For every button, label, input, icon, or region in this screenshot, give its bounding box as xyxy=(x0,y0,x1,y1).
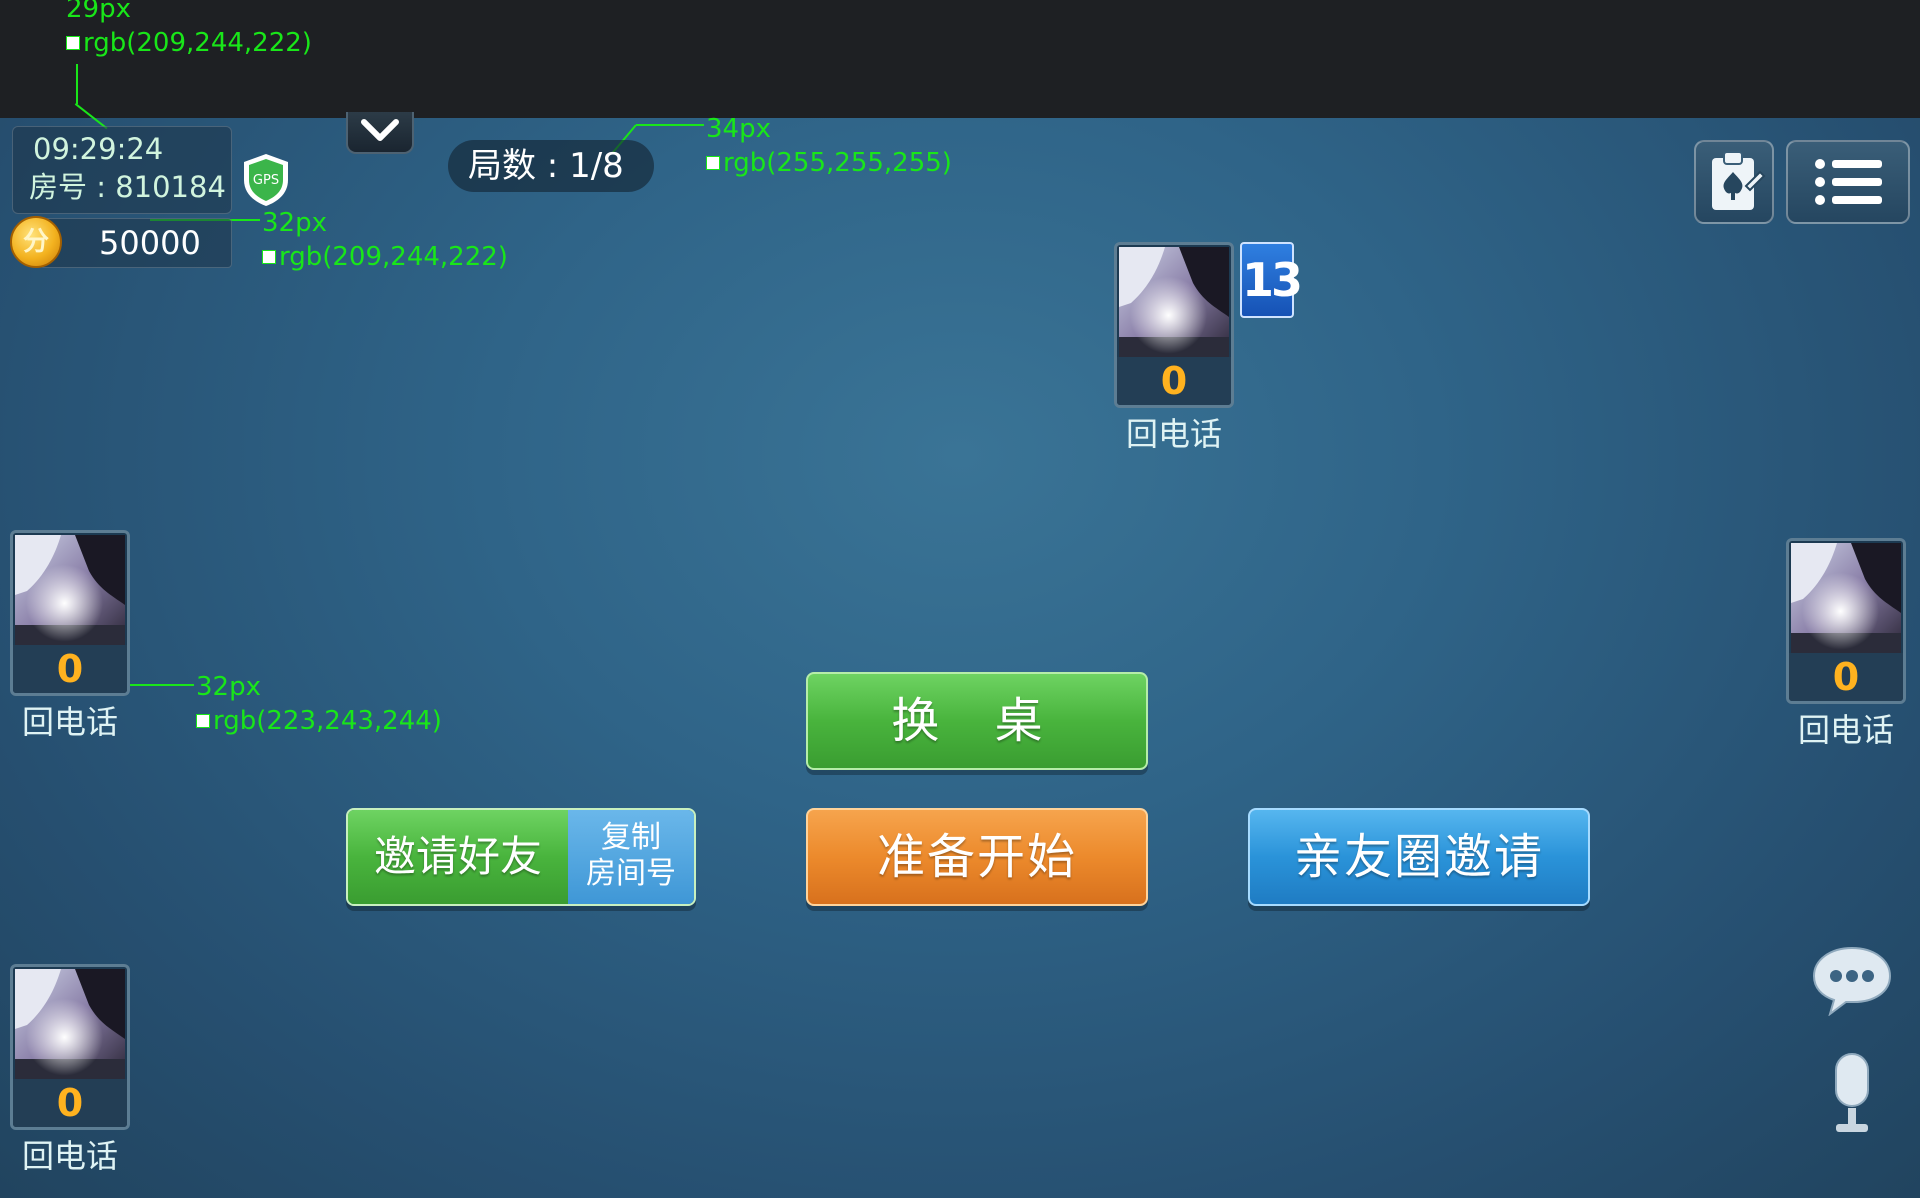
avatar xyxy=(15,535,125,645)
avatar-card[interactable]: 0 xyxy=(10,964,130,1130)
annotation-top-bar xyxy=(0,0,1920,118)
seat-score: 0 xyxy=(1789,653,1903,701)
seat-name: 回电话 xyxy=(1797,711,1894,749)
ready-button[interactable]: 准备开始 xyxy=(806,808,1148,906)
seat-name: 回电话 xyxy=(21,703,118,741)
rules-button[interactable] xyxy=(1694,140,1774,224)
annotation-swatch xyxy=(196,714,210,728)
annotation-swatch xyxy=(66,36,80,50)
switch-table-button[interactable]: 换 桌 xyxy=(806,672,1148,770)
avatar xyxy=(1119,247,1229,357)
invite-friends-button[interactable]: 邀请好友 xyxy=(348,810,568,904)
circle-invite-button[interactable]: 亲友圈邀请 xyxy=(1248,808,1590,906)
coin-label: 分 xyxy=(22,227,49,257)
annotation-size: 29px xyxy=(66,0,131,24)
clipboard-icon xyxy=(1712,151,1766,210)
copy-label-line2: 房间号 xyxy=(586,856,676,891)
annotation-swatch xyxy=(706,156,720,170)
menu-icon xyxy=(1815,159,1882,205)
avatar-card[interactable]: 0 xyxy=(1786,538,1906,704)
annotation-leader xyxy=(126,684,194,686)
annotation-color: rgb(223,243,244) xyxy=(196,706,442,736)
seat-score: 0 xyxy=(1117,357,1231,405)
seat-score: 0 xyxy=(13,645,127,693)
clock-time: 09:29:24 xyxy=(33,132,164,166)
chevron-down-icon xyxy=(361,119,399,141)
annotation-color: rgb(255,255,255) xyxy=(706,148,952,178)
avatar xyxy=(15,969,125,1079)
round-label: 局数 : 1/8 xyxy=(468,146,624,186)
room-info-panel: 09:29:24 房号 : 810184 xyxy=(12,126,232,214)
avatar-card[interactable]: 0 xyxy=(10,530,130,696)
annotation-leader xyxy=(636,124,704,126)
circle-invite-label: 亲友圈邀请 xyxy=(1293,829,1544,885)
menu-button[interactable] xyxy=(1786,140,1910,224)
microphone-icon[interactable] xyxy=(1828,1052,1876,1136)
avatar-card[interactable]: 0 xyxy=(1114,242,1234,408)
annotation-color-text: rgb(223,243,244) xyxy=(213,706,442,736)
annotation-swatch xyxy=(262,250,276,264)
seat-name: 回电话 xyxy=(1125,415,1222,453)
avatar xyxy=(1791,543,1901,653)
switch-table-label: 换 桌 xyxy=(891,693,1063,749)
annotation-color-text: rgb(209,244,222) xyxy=(83,28,312,58)
copy-room-number-button[interactable]: 复制 房间号 xyxy=(568,810,694,904)
gps-text: GPS xyxy=(253,173,279,188)
game-table: 29px rgb(209,244,222) 34px rgb(255,255,2… xyxy=(0,0,1920,1198)
seat-name: 回电话 xyxy=(21,1137,118,1175)
coin-icon: 分 xyxy=(10,216,62,268)
annotation-size: 32px xyxy=(262,208,327,238)
annotation-color: rgb(209,244,222) xyxy=(262,242,508,272)
annotation-leader xyxy=(76,64,78,104)
annotation-size: 34px xyxy=(706,114,771,144)
player-points: 50000 xyxy=(40,218,232,268)
invite-group: 邀请好友 复制 房间号 xyxy=(346,808,696,906)
annotation-color-text: rgb(209,244,222) xyxy=(279,242,508,272)
copy-label-line1: 复制 xyxy=(601,820,661,855)
annotation-color-text: rgb(255,255,255) xyxy=(723,148,952,178)
dropdown-toggle[interactable] xyxy=(346,112,414,154)
round-counter: 局数 : 1/8 xyxy=(448,140,654,192)
chat-icon[interactable] xyxy=(1812,944,1892,1016)
card-count-badge: 13 xyxy=(1240,242,1303,318)
seat-score: 0 xyxy=(13,1079,127,1127)
annotation-color: rgb(209,244,222) xyxy=(66,28,312,58)
room-number: 房号 : 810184 xyxy=(29,170,226,204)
points-value: 50000 xyxy=(99,224,201,262)
ready-label: 准备开始 xyxy=(876,829,1077,885)
annotation-size: 32px xyxy=(196,672,261,702)
gps-shield-icon[interactable]: GPS xyxy=(240,152,292,208)
